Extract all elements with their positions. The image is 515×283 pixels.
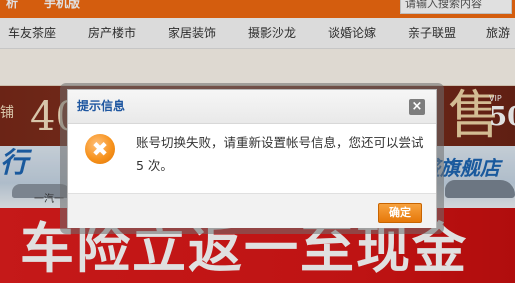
error-x-icon: ✖: [85, 134, 115, 164]
dialog-footer: 确定: [68, 193, 436, 228]
dialog-titlebar: 提示信息 ×: [68, 90, 436, 124]
ok-button[interactable]: 确定: [378, 203, 422, 223]
close-icon[interactable]: ×: [409, 99, 425, 115]
dialog-message: 账号切换失败，请重新设置帐号信息，您还可以尝试 5 次。: [136, 135, 424, 173]
alert-dialog: 提示信息 × ✖ 账号切换失败，请重新设置帐号信息，您还可以尝试 5 次。 确定: [67, 89, 437, 228]
dialog-title: 提示信息: [77, 99, 126, 113]
